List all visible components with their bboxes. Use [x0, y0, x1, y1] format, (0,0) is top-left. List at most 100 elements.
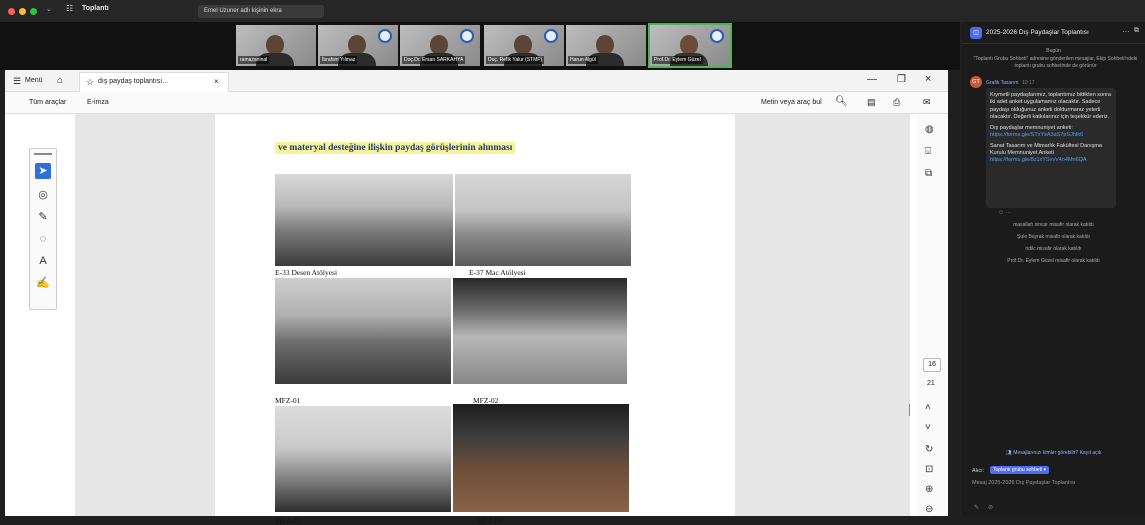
menu-label[interactable]: Menü — [25, 77, 43, 84]
reaction-icon[interactable]: ☺ ··· — [998, 210, 1012, 216]
participant-name: İbrahim Yılmaz — [320, 56, 358, 64]
draw-tool-icon[interactable]: ◌ — [35, 231, 51, 247]
toolbar: Tüm araçlar E-imza Metin veya araç bul 🔍… — [5, 92, 948, 114]
screen-share-indicator[interactable]: Emel Uzuner adlı kişinin ekra — [198, 5, 324, 18]
page-number-input[interactable]: 16 — [923, 358, 941, 372]
chat-notice: "Toplantı Grubu Sohbeti" adresine gönder… — [973, 56, 1138, 69]
tab-title: dış paydaş toplantısı... — [98, 78, 169, 85]
search-icon[interactable]: 🔍︎ — [835, 96, 848, 107]
tab-document[interactable]: ☆ dış paydaş toplantısı... × — [79, 72, 229, 92]
participant-name: ramazaninal — [238, 56, 270, 64]
comment-tool-icon[interactable]: ◎ — [35, 187, 51, 203]
participant-tile[interactable]: ramazaninal — [236, 25, 316, 66]
survey-link[interactable]: https://forms.gle/STxYsA3aS7pSJhIk6 — [990, 132, 1112, 139]
recipient-chip[interactable]: Toplantı grubu sohbeti ▾ — [990, 466, 1050, 474]
popout-icon[interactable]: ⧉ — [1134, 27, 1139, 35]
star-icon[interactable]: ☆ — [86, 77, 94, 88]
format-icon[interactable]: ✎ — [974, 504, 979, 511]
participant-tile-active-speaker[interactable]: Prof.Dr. Eylem Güzel — [648, 23, 732, 68]
select-tool-icon[interactable]: ➤ — [35, 163, 51, 179]
tab-bar: ☰ Menü ⌂ ☆ dış paydaş toplantısı... × — … — [5, 70, 948, 92]
message-text: Kıymetli paydaşlarımız, toplantımız bitt… — [990, 92, 1112, 121]
print-icon[interactable]: ⎙ — [893, 97, 900, 108]
survey-label: Sanat Tasarım ve Mimarlık Fakültesi Danı… — [990, 142, 1103, 156]
privacy-notice[interactable]: 👥︎ Mesajlarınızı kimler görebilir? Kayıt… — [962, 450, 1145, 456]
classroom-photo — [275, 278, 451, 384]
page-total: 21 — [927, 380, 935, 387]
menu-icon[interactable]: ☰ — [13, 76, 21, 87]
zoom-out-icon[interactable]: ⊖ — [925, 504, 933, 515]
left-toolbar: ➤ ◎ ✎ ◌ A ✍ — [29, 148, 57, 310]
minimize-icon[interactable]: — — [867, 74, 877, 85]
message-sender: Grafik Tasarım — [986, 80, 1019, 86]
photo-caption: MFZ-01 — [275, 396, 301, 405]
all-tools-button[interactable]: Tüm araçlar — [29, 99, 66, 106]
search-tools-label[interactable]: Metin veya araç bul — [761, 99, 822, 106]
auditorium-photo — [453, 404, 629, 512]
page-heading: ve materyal desteğine ilişkin paydaş gör… — [275, 142, 516, 154]
close-icon[interactable]: × — [925, 73, 931, 85]
meeting-title: Toplantı — [82, 5, 109, 12]
minimize-window-icon[interactable] — [19, 8, 26, 15]
pdf-page: ve materyal desteğine ilişkin paydaş gör… — [215, 114, 735, 525]
sign-tool-icon[interactable]: ✍ — [35, 275, 51, 291]
rotate-icon[interactable]: ↻ — [925, 444, 933, 455]
ai-assistant-icon[interactable]: ◍ — [925, 124, 934, 135]
chevron-down-icon[interactable]: ˅ — [925, 422, 931, 433]
chat-day: Bugün — [1046, 48, 1061, 54]
title-bar: ⌄ ☷ Toplantı Emel Uzuner adlı kişinin ek… — [0, 0, 1145, 22]
system-message: Şule Bayrak misafir olarak katıldı — [1017, 234, 1090, 240]
video-strip: ramazaninal İbrahim Yılmaz Doç.Dr. Ersan… — [0, 22, 960, 70]
chevron-down-icon[interactable]: ⌄ — [46, 5, 52, 13]
sender-avatar: GT — [970, 76, 982, 88]
drag-handle[interactable] — [34, 153, 52, 155]
participant-tile[interactable]: Doç. Refik Yalur (STMF) — [484, 25, 564, 66]
participant-tile[interactable]: Harun Algül — [566, 25, 646, 66]
computer-lab-photo — [453, 278, 627, 384]
chat-avatar-icon: ◫ — [970, 27, 982, 39]
chat-panel: ◫ 2025-2026 Dış Paydaşlar Toplantısı ···… — [962, 22, 1145, 516]
comment-panel-icon[interactable]: ⌺ — [925, 146, 931, 157]
home-icon[interactable]: ⌂ — [57, 75, 63, 86]
chat-title: 2025-2026 Dış Paydaşlar Toplantısı — [986, 29, 1089, 36]
system-message: masallah sincar misafir olarak katıldı — [1013, 222, 1094, 228]
document-area[interactable]: ve materyal desteğine ilişkin paydaş gör… — [75, 114, 910, 525]
attach-icon[interactable]: ⊘ — [988, 504, 993, 511]
photo-caption: E-33 Desen Atölyesi — [275, 268, 338, 277]
message-input[interactable]: Mesaj 2025-2026 Dış Paydaşlar Toplantısı — [972, 480, 1075, 486]
privacy-notice-text: Mesajlarınızı kimler görebilir? Kayıt aç… — [1013, 450, 1102, 456]
photo-caption: MFZ-03 — [275, 516, 301, 525]
text-tool-icon[interactable]: A — [35, 253, 51, 269]
pages-panel-icon[interactable]: ⧉ — [925, 168, 932, 179]
save-icon[interactable]: ▤ — [867, 97, 876, 108]
close-window-icon[interactable] — [8, 8, 15, 15]
participant-name: Prof.Dr. Eylem Güzel — [652, 56, 703, 64]
workshop-photo — [275, 174, 453, 266]
photo-caption: E-37 Mac Atölyesi — [469, 268, 526, 277]
pdf-viewer-window: ☰ Menü ⌂ ☆ dış paydaş toplantısı... × — … — [5, 70, 948, 525]
participant-name: Doç. Refik Yalur (STMF) — [486, 56, 544, 64]
more-options-icon[interactable]: ··· — [1122, 27, 1130, 36]
university-logo-icon — [710, 29, 724, 43]
right-tool-rail: ◍ ⌺ ⧉ 16 21 ˄ ˅ ↻ ⊡ ⊕ ⊖ — [909, 114, 948, 516]
message-bubble: Kıymetli paydaşlarımız, toplantımız bitt… — [986, 88, 1116, 208]
system-message: Prof.Dr. Eylem Güzel misafir olarak katı… — [1007, 258, 1100, 264]
participant-name: Doç.Dr. Ersan SARKAHYA — [402, 56, 466, 64]
close-tab-icon[interactable]: × — [214, 77, 219, 86]
mail-icon[interactable]: ✉ — [923, 97, 931, 108]
zoom-window-icon[interactable] — [30, 8, 37, 15]
fit-page-icon[interactable]: ⊡ — [925, 464, 933, 475]
survey-link[interactable]: https://forms.gle/8z1xYSvvV4o4Mn6QA — [990, 157, 1112, 164]
participant-tile[interactable]: Doç.Dr. Ersan SARKAHYA — [400, 25, 480, 66]
chevron-up-icon[interactable]: ˄ — [925, 402, 931, 413]
participant-tile[interactable]: İbrahim Yılmaz — [318, 25, 398, 66]
university-logo-icon — [544, 29, 558, 43]
share-pill-label: Emel Uzuner adlı kişinin ekra — [204, 8, 282, 14]
scrollbar-thumb[interactable] — [909, 404, 910, 416]
university-logo-icon — [460, 29, 474, 43]
zoom-in-icon[interactable]: ⊕ — [925, 484, 933, 495]
highlight-tool-icon[interactable]: ✎ — [35, 209, 51, 225]
restore-icon[interactable]: ❐ — [897, 74, 906, 85]
esign-button[interactable]: E-imza — [87, 99, 109, 106]
message-time: 10:17 — [1022, 80, 1035, 86]
